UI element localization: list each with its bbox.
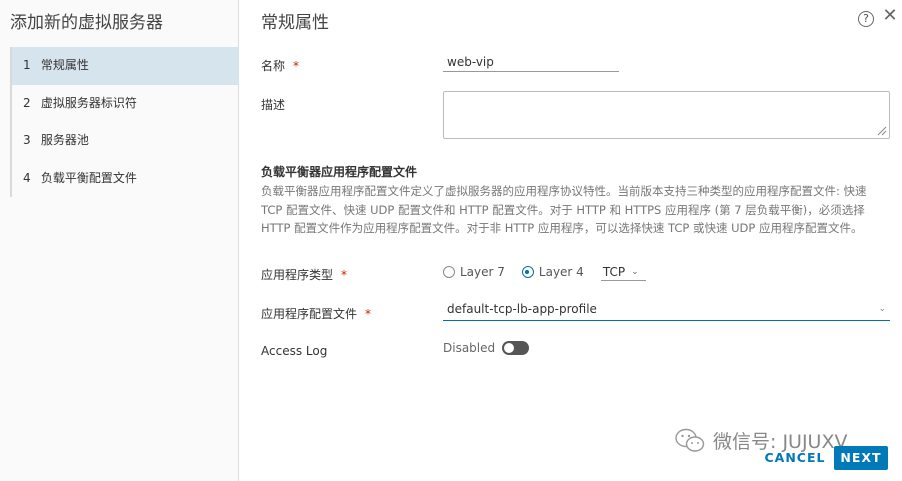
- name-label-text: 名称: [261, 59, 286, 73]
- help-icon[interactable]: ?: [858, 11, 874, 27]
- step-virtual-server-identifier[interactable]: 2 虚拟服务器标识符: [12, 85, 239, 123]
- radio-layer7-label: Layer 7: [460, 265, 505, 279]
- app-profile-label-text: 应用程序配置文件: [261, 307, 358, 321]
- step-number: 3: [23, 133, 31, 147]
- section-title: 负载平衡器应用程序配置文件: [261, 165, 418, 179]
- step-server-pool[interactable]: 3 服务器池: [12, 122, 239, 160]
- radio-layer4[interactable]: Layer 4: [521, 265, 584, 279]
- name-input[interactable]: [443, 52, 619, 72]
- radio-layer7[interactable]: Layer 7: [443, 265, 505, 279]
- resize-grip-icon[interactable]: [877, 126, 887, 136]
- protocol-select[interactable]: TCP ⌄: [600, 263, 646, 281]
- step-label: 服务器池: [40, 133, 89, 147]
- wizard-title: 添加新的虚拟服务器: [10, 13, 163, 33]
- page-title: 常规属性: [261, 13, 329, 33]
- section-description: 负载平衡器应用程序配置文件定义了虚拟服务器的应用程序协议特性。当前版本支持三种类…: [261, 184, 867, 235]
- radio-circle: [443, 266, 455, 278]
- step-general-properties[interactable]: 1 常规属性: [12, 47, 239, 85]
- access-log-state: Disabled: [443, 341, 496, 355]
- app-type-options: Layer 7 Layer 4 TCP ⌄: [443, 263, 646, 281]
- app-profile-label: 应用程序配置文件 *: [261, 305, 371, 322]
- chevron-down-icon: ⌄: [631, 266, 639, 277]
- wizard-steps: 1 常规属性 2 虚拟服务器标识符 3 服务器池 4 负载平衡配置文件: [10, 47, 239, 197]
- required-marker: *: [341, 268, 348, 282]
- step-number: 1: [23, 58, 31, 72]
- access-log-label: Access Log: [261, 344, 328, 358]
- step-load-balancing-profiles[interactable]: 4 负载平衡配置文件: [12, 160, 239, 198]
- radio-layer4-label: Layer 4: [538, 265, 584, 279]
- app-profile-select[interactable]: default-tcp-lb-app-profile ⌄: [443, 300, 890, 321]
- toggle-knob: [504, 343, 515, 353]
- step-label: 常规属性: [40, 58, 89, 72]
- description-label: 描述: [261, 98, 286, 112]
- step-number: 4: [23, 170, 31, 185]
- description-textarea[interactable]: [443, 91, 890, 139]
- app-profile-value: default-tcp-lb-app-profile: [447, 302, 597, 316]
- next-button[interactable]: NEXT: [834, 446, 888, 470]
- app-type-label: 应用程序类型 *: [261, 266, 347, 283]
- step-number: 2: [23, 95, 31, 110]
- name-label: 名称 *: [261, 57, 299, 74]
- chevron-down-icon: ⌄: [878, 304, 886, 314]
- wizard-sidebar: 添加新的虚拟服务器 1 常规属性 2 虚拟服务器标识符 3 服务器池 4 负载平…: [0, 0, 239, 481]
- step-label: 负载平衡配置文件: [40, 170, 137, 185]
- radio-circle-selected: [521, 266, 534, 278]
- close-icon[interactable]: ✕: [882, 7, 898, 25]
- access-log-toggle[interactable]: [502, 341, 530, 355]
- wechat-icon: [675, 428, 705, 452]
- required-marker: *: [365, 307, 372, 321]
- app-type-label-text: 应用程序类型: [261, 268, 334, 282]
- access-log-control: Disabled: [443, 341, 530, 355]
- required-marker: *: [293, 59, 300, 73]
- cancel-button[interactable]: CANCEL: [760, 446, 830, 470]
- wizard-content: 常规属性 ? ✕ 名称 * 描述 负载平衡器应用程序配置文件 负载平衡器应用程序配…: [240, 0, 902, 481]
- step-label: 虚拟服务器标识符: [40, 95, 137, 110]
- protocol-value: TCP: [602, 264, 626, 279]
